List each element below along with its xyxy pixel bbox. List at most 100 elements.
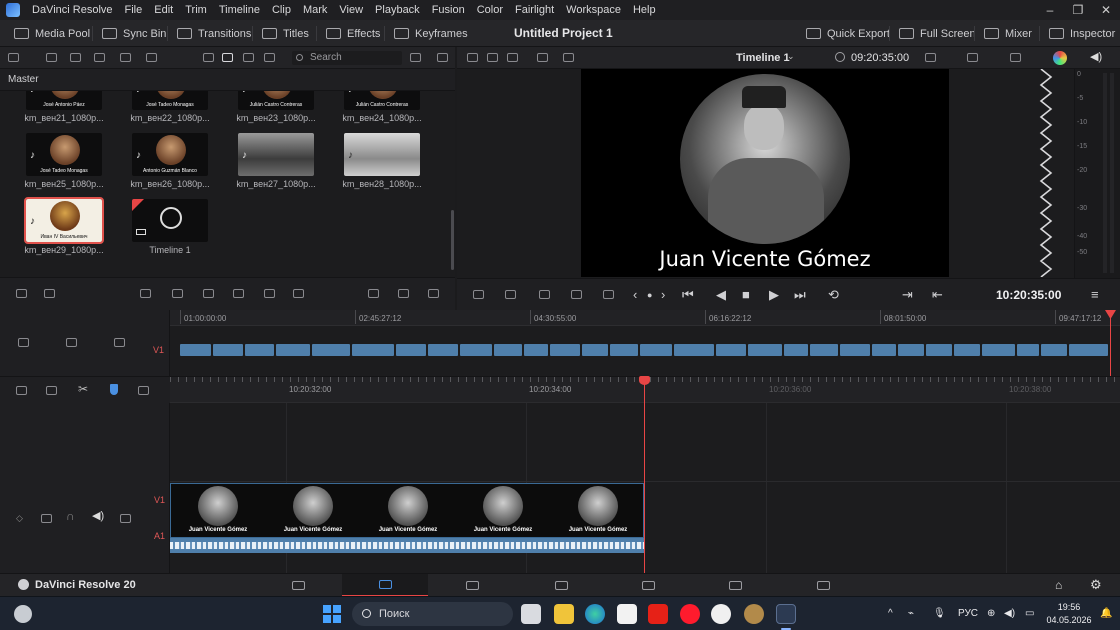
in-point-icon[interactable] xyxy=(539,290,550,299)
overview-clip[interactable] xyxy=(716,344,746,356)
overview-clip[interactable] xyxy=(213,344,243,356)
menu-clip[interactable]: Clip xyxy=(266,0,297,20)
overview-clip[interactable] xyxy=(926,344,952,356)
timeline-selector[interactable]: Timeline 1 xyxy=(736,47,790,69)
overview-clip[interactable] xyxy=(872,344,896,356)
overview-clip[interactable] xyxy=(396,344,426,356)
track-visibility-icon[interactable] xyxy=(120,514,131,523)
start-icon[interactable] xyxy=(323,605,341,623)
stop-icon[interactable]: ■ xyxy=(742,279,750,311)
overview-clip[interactable] xyxy=(748,344,782,356)
image-icon[interactable] xyxy=(398,289,409,298)
taskbar-search[interactable]: Поиск xyxy=(352,602,513,626)
resolve-taskbar-icon[interactable] xyxy=(776,604,796,624)
volume-icon[interactable]: ◀) xyxy=(92,509,104,522)
overview-clip[interactable] xyxy=(840,344,870,356)
track-lock-icon[interactable] xyxy=(41,514,52,523)
overview-clip[interactable] xyxy=(784,344,808,356)
weather-icon[interactable] xyxy=(14,605,32,623)
app-icon[interactable] xyxy=(617,604,637,624)
track-tools-icon[interactable] xyxy=(66,338,77,347)
search-input[interactable]: Search xyxy=(292,51,402,65)
menu-playback[interactable]: Playback xyxy=(369,0,426,20)
sync-icon[interactable] xyxy=(120,53,131,62)
menu-file[interactable]: File xyxy=(119,0,149,20)
timeline-options-icon[interactable] xyxy=(16,386,27,395)
timecode-display[interactable]: 09:20:35:00 xyxy=(851,47,909,69)
options-menu-icon[interactable]: ≡ xyxy=(1091,279,1099,311)
ccleaner-icon[interactable] xyxy=(711,604,731,624)
new-bin-icon[interactable] xyxy=(70,53,81,62)
page-cut[interactable] xyxy=(342,574,428,597)
restore-icon[interactable]: ❐ xyxy=(1064,0,1092,20)
overview-clip[interactable] xyxy=(954,344,980,356)
layout-icon[interactable] xyxy=(467,53,478,62)
safe-area-icon[interactable] xyxy=(487,53,498,62)
minimize-icon[interactable]: – xyxy=(1036,0,1064,20)
youtube-icon[interactable] xyxy=(648,604,668,624)
out-point-icon[interactable] xyxy=(571,290,582,299)
clip-thumbnail[interactable]: ♪ km_вен27_1080p... xyxy=(236,133,316,189)
metadata-view-icon[interactable] xyxy=(203,53,214,62)
playhead[interactable] xyxy=(639,376,650,573)
settings-gear-icon[interactable]: ⚙ xyxy=(1090,577,1102,593)
overview-clip[interactable] xyxy=(245,344,274,356)
menu-help[interactable]: Help xyxy=(627,0,662,20)
append-icon[interactable] xyxy=(44,289,55,298)
grid-icon[interactable] xyxy=(368,289,379,298)
quick-export-button[interactable]: Quick Export xyxy=(806,20,890,47)
nav-dot-icon[interactable]: ● xyxy=(647,279,652,311)
prev-edit-icon[interactable]: ⇤ xyxy=(932,279,943,311)
overview-clip[interactable] xyxy=(1017,344,1039,356)
media-pool-button[interactable]: Media Pool xyxy=(14,20,90,47)
clip-thumbnail[interactable]: ♪José Antonio Páez km_вен21_1080p... xyxy=(24,91,104,123)
strip-view-icon[interactable] xyxy=(243,53,254,62)
page-color[interactable] xyxy=(605,574,691,597)
prev-nav-icon[interactable]: ‹ xyxy=(633,279,637,311)
menu-color[interactable]: Color xyxy=(471,0,509,20)
scissors-icon[interactable]: ✂ xyxy=(78,382,88,396)
overview-clip[interactable] xyxy=(610,344,638,356)
menu-edit[interactable]: Edit xyxy=(148,0,179,20)
track-handle-icon[interactable]: ◇ xyxy=(16,513,23,524)
audio-clip[interactable] xyxy=(170,538,644,553)
overview-timeline[interactable]: 01:00:00:00 02:45:27:12 04:30:55:00 06:1… xyxy=(170,310,1120,376)
playhead-handle[interactable] xyxy=(639,376,650,385)
record-voice-icon[interactable] xyxy=(505,290,516,299)
overview-clip[interactable] xyxy=(428,344,458,356)
overwrite-icon[interactable] xyxy=(293,289,304,298)
overview-clip[interactable] xyxy=(1041,344,1067,356)
timeline-thumbnail[interactable]: Timeline 1 xyxy=(130,199,210,255)
viewer-canvas[interactable]: Juan Vicente Gómez xyxy=(581,69,949,277)
page-edit[interactable] xyxy=(429,574,515,597)
jump-icon[interactable] xyxy=(603,290,614,299)
menu-view[interactable]: View xyxy=(333,0,369,20)
inspector-button[interactable]: Inspector xyxy=(1049,20,1115,47)
overview-ruler[interactable]: 01:00:00:00 02:45:27:12 04:30:55:00 06:1… xyxy=(170,310,1120,326)
overview-clip[interactable] xyxy=(494,344,522,356)
overview-clip[interactable] xyxy=(810,344,838,356)
detail-timeline[interactable]: Juan Vicente Gómez Juan Vicente Gómez Ju… xyxy=(170,376,1120,573)
overview-clip[interactable] xyxy=(1069,344,1108,356)
speaker-icon[interactable]: ◀) xyxy=(1090,50,1102,63)
overview-clip[interactable] xyxy=(312,344,350,356)
transitions-button[interactable]: Transitions xyxy=(177,20,251,47)
play-reverse-icon[interactable]: ◀ xyxy=(716,279,726,311)
overview-clip[interactable] xyxy=(582,344,608,356)
split-icon[interactable] xyxy=(537,53,548,62)
ripple-overwrite-icon[interactable] xyxy=(140,289,151,298)
place-on-top-icon[interactable] xyxy=(203,289,214,298)
volume-tray-icon[interactable]: ◀) xyxy=(1004,597,1015,630)
full-screen-button[interactable]: Full Screen xyxy=(899,20,976,47)
page-fusion[interactable] xyxy=(518,574,604,597)
source-overwrite-icon[interactable] xyxy=(233,289,244,298)
overview-clip[interactable] xyxy=(640,344,672,356)
clip-thumbnail[interactable]: ♪ José Tadeo Monagas km_вен25_1080p... xyxy=(24,133,104,189)
bin-name[interactable]: Master xyxy=(8,69,39,91)
clip-thumbnail[interactable]: ♪Julián Castro Contreras km_вен24_1080p.… xyxy=(342,91,422,123)
smart-insert-icon[interactable] xyxy=(16,289,27,298)
menu-mark[interactable]: Mark xyxy=(297,0,333,20)
viewer-mode-icon[interactable] xyxy=(507,53,518,62)
go-to-start-icon[interactable]: ⏮ xyxy=(682,279,694,311)
overview-clip[interactable] xyxy=(460,344,492,356)
